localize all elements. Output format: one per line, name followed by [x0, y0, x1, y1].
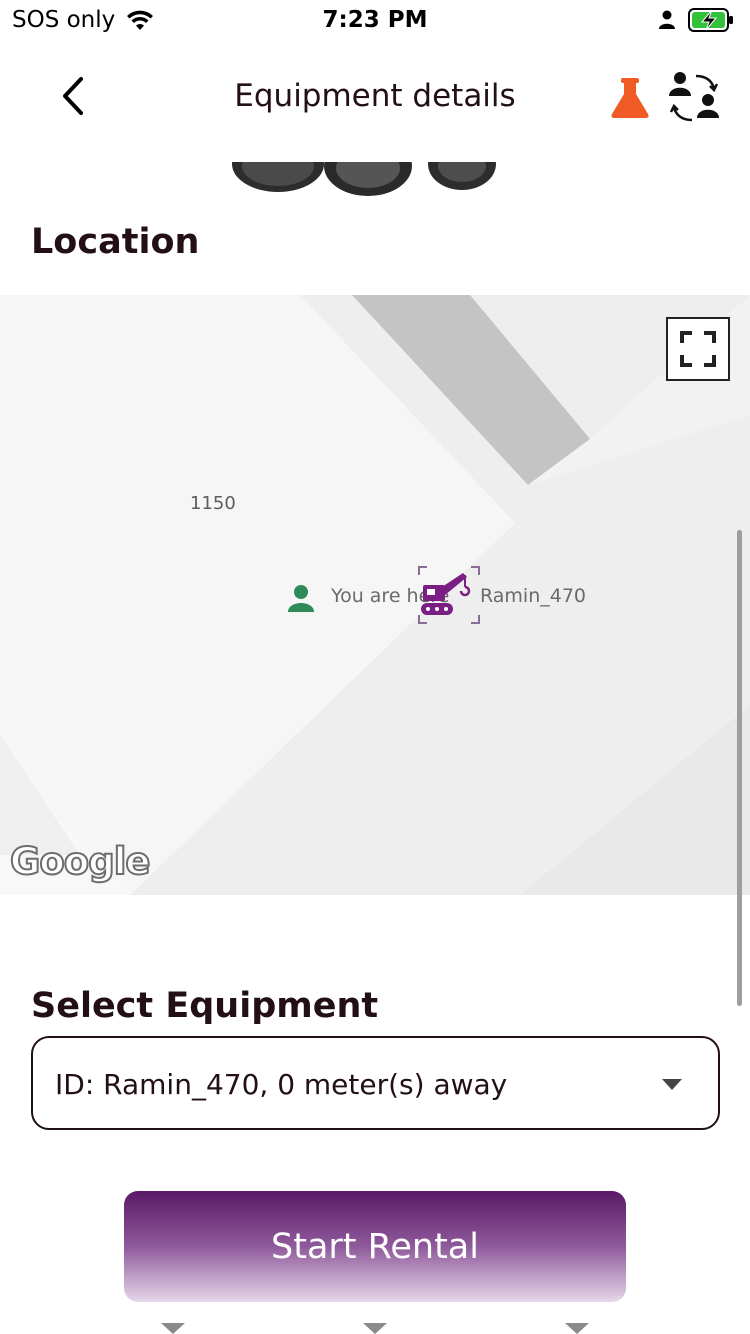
start-rental-label: Start Rental: [271, 1226, 479, 1267]
map-view[interactable]: 1150 You are here Ramin_470 Google: [0, 295, 750, 895]
street-number-label: 1150: [190, 493, 236, 514]
location-title: Location: [31, 222, 200, 262]
equipment-dropdown[interactable]: ID: Ramin_470, 0 meter(s) away: [31, 1036, 720, 1130]
caret-down-icon: [662, 1079, 682, 1090]
battery-charging-icon: [688, 8, 733, 32]
nav-bar: Equipment details: [0, 56, 750, 140]
fullscreen-button[interactable]: [666, 317, 730, 381]
equipment-dropdown-value: ID: Ramin_470, 0 meter(s) away: [55, 1068, 508, 1101]
google-attribution-logo: Google: [9, 839, 151, 884]
equipment-details-screen: SOS only 7:23 PM Equipment details Locat…: [0, 0, 750, 1334]
flask-icon: [611, 78, 649, 118]
status-time: 7:23 PM: [322, 7, 428, 33]
user-location-icon[interactable]: [286, 583, 316, 613]
select-equipment-title: Select Equipment: [31, 986, 379, 1026]
status-bar: SOS only 7:23 PM: [0, 0, 750, 44]
crane-equipment-icon[interactable]: [417, 565, 481, 625]
caret-down-icon: [363, 1323, 387, 1334]
equipment-marker-label: Ramin_470: [480, 585, 587, 607]
caret-down-icon: [565, 1323, 589, 1334]
fullscreen-icon: [680, 331, 716, 367]
caret-down-icon: [161, 1323, 185, 1334]
start-rental-button[interactable]: Start Rental: [124, 1191, 626, 1302]
switch-user-icon: [669, 72, 719, 122]
scroll-indicator[interactable]: [737, 530, 742, 1006]
tires-illustration: [232, 162, 496, 196]
equipment-photo: [220, 162, 500, 198]
flask-button[interactable]: [606, 74, 654, 122]
switch-user-button[interactable]: [664, 70, 724, 126]
person-status-icon: [659, 10, 675, 29]
status-right: [658, 8, 734, 32]
